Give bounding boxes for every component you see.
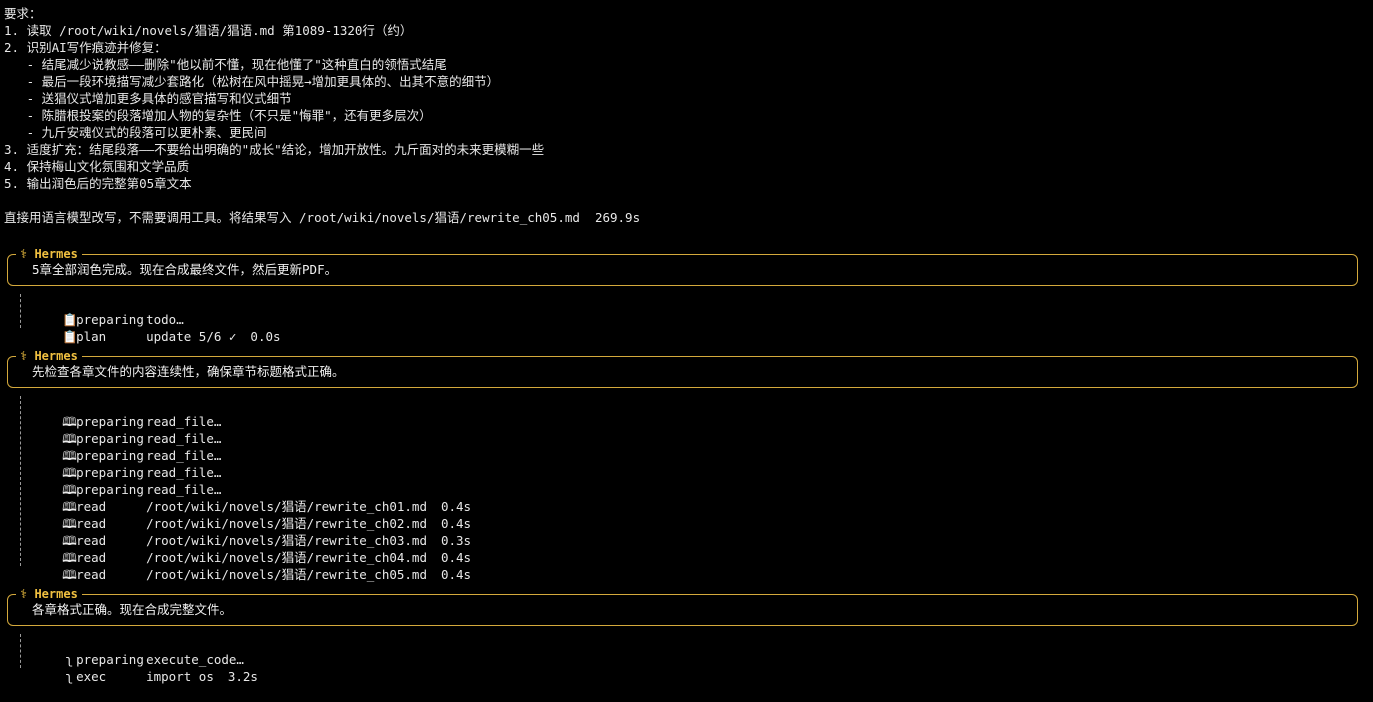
tool-duration: 0.4s xyxy=(440,567,472,582)
tool-row: 🕮preparing read_file… xyxy=(21,430,471,463)
tool-duration: 0.0s xyxy=(250,329,281,344)
tool-verb: read xyxy=(76,567,107,582)
requirement-line: - 送猖仪式增加更多具体的感官描写和仪式细节 xyxy=(4,91,292,106)
tool-row: 🕮preparing read_file… xyxy=(21,464,471,497)
tool-row: 🕮read/root/wiki/novels/猖语/rewrite_ch05.m… xyxy=(21,549,471,582)
tool-row: 🕮preparing read_file… xyxy=(21,413,471,446)
requirement-line: - 结尾减少说教感——删除"他以前不懂，现在他懂了"这种直白的领悟式结尾 xyxy=(4,57,447,72)
tool-row: 🕮preparing read_file… xyxy=(21,447,471,480)
hermes-message: 各章格式正确。现在合成完整文件。 xyxy=(32,602,233,617)
tool-row: 🕮read/root/wiki/novels/猖语/rewrite_ch02.m… xyxy=(21,498,471,531)
hermes-label: ⚕ Hermes xyxy=(16,586,82,602)
tool-row: 🕮read/root/wiki/novels/猖语/rewrite_ch03.m… xyxy=(21,515,471,548)
requirement-line: 2. 识别AI写作痕迹并修复： xyxy=(4,40,167,55)
tool-row: 🕮read/root/wiki/novels/猖语/rewrite_ch04.m… xyxy=(21,532,471,565)
hermes-label: ⚕ Hermes xyxy=(16,246,82,262)
tool-row: 📋plan update 5/6 ✓ 0.0s xyxy=(21,311,280,344)
tool-activity-block: ʅ preparing execute_code… ʅ exec import os 3.… xyxy=(20,634,258,684)
tool-arg: import os xyxy=(146,669,214,684)
requirement-line: 4. 保持梅山文化氛围和文学品质 xyxy=(4,159,190,174)
tool-arg: /root/wiki/novels/猖语/rewrite_ch05.md xyxy=(146,567,427,582)
requirement-line: - 陈腊根投案的段落增加人物的复杂性（不只是"悔罪"，还有更多层次） xyxy=(4,108,432,123)
hermes-message-box: ⚕ Hermes 先检查各章文件的内容连续性，确保章节标题格式正确。 xyxy=(7,348,1358,388)
tool-row: ʅ preparing execute_code… xyxy=(21,634,258,667)
requirement-line: - 最后一段环境描写减少套路化（松树在风中摇晃→增加更具体的、出其不意的细节） xyxy=(4,74,500,89)
tool-activity-block: 📋preparing todo… 📋plan update 5/6 ✓ 0.0s xyxy=(20,294,281,344)
tool-row: 📋preparing todo… xyxy=(21,294,281,327)
tool-row: 🕮read/root/wiki/novels/猖语/rewrite_ch01.m… xyxy=(21,481,471,514)
book-icon: 🕮 xyxy=(62,567,77,582)
requirement-line: 1. 读取 /root/wiki/novels/猖语/猖语.md 第1089-1… xyxy=(4,23,413,38)
snake-icon: ʅ xyxy=(65,669,73,684)
requirements-heading: 要求： xyxy=(4,6,42,21)
tool-verb: plan xyxy=(76,329,107,344)
requirement-line: 3. 适度扩充：结尾段落——不要给出明确的"成长"结论，增加开放性。九斤面对的未… xyxy=(4,142,545,157)
instruction-line: 直接用语言模型改写，不需要调用工具。将结果写入 /root/wiki/novel… xyxy=(4,210,641,225)
hermes-message-box: ⚕ Hermes 各章格式正确。现在合成完整文件。 xyxy=(7,586,1358,626)
tool-arg: update 5/6 ✓ xyxy=(146,329,237,344)
clipboard-icon: 📋 xyxy=(62,329,78,344)
requirement-line: 5. 输出润色后的完整第05章文本 xyxy=(4,176,192,191)
hermes-message-box: ⚕ Hermes 5章全部润色完成。现在合成最终文件，然后更新PDF。 xyxy=(7,246,1358,286)
hermes-label: ⚕ Hermes xyxy=(16,348,82,364)
hermes-message: 5章全部润色完成。现在合成最终文件，然后更新PDF。 xyxy=(32,262,338,277)
requirement-line: - 九斤安魂仪式的段落可以更朴素、更民间 xyxy=(4,125,267,140)
tool-row: ʅ exec import os 3.2s xyxy=(21,651,258,684)
hermes-message: 先检查各章文件的内容连续性，确保章节标题格式正确。 xyxy=(32,364,345,379)
tool-row: 🕮preparing read_file… xyxy=(21,396,471,429)
tool-duration: 3.2s xyxy=(227,669,258,684)
tool-verb: exec xyxy=(76,669,107,684)
tool-activity-block: 🕮preparing read_file… 🕮preparing read_file… xyxy=(20,396,471,582)
